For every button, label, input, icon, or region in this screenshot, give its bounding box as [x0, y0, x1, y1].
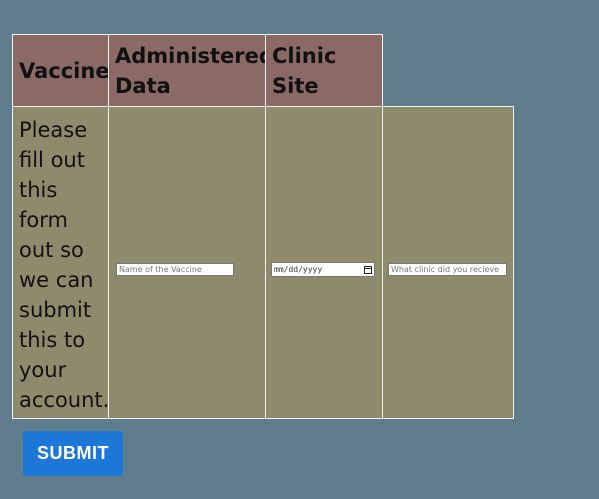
header-clinic-site-label: Clinic Site	[272, 43, 337, 98]
date-placeholder: mm/dd/yyyy	[274, 265, 323, 274]
vaccine-name-placeholder: Name of the Vaccine	[119, 265, 202, 274]
submit-button[interactable]: SUBMIT	[23, 431, 123, 476]
header-vaccine-label: Vaccine	[19, 58, 110, 83]
header-clinic-site: Clinic Site	[265, 34, 383, 107]
clinic-input-cell: What clinic did you recieve	[382, 106, 514, 419]
administered-date-input[interactable]: mm/dd/yyyy	[271, 262, 375, 277]
instruction-cell: Please fill out this form out so we can …	[12, 106, 109, 419]
clinic-site-placeholder: What clinic did you recieve	[391, 265, 500, 274]
date-input-cell: mm/dd/yyyy	[265, 106, 383, 419]
header-administered-data-label: Administered Data	[115, 43, 274, 98]
vaccine-input-cell: Name of the Vaccine	[108, 106, 266, 419]
header-administered-data: Administered Data	[108, 34, 274, 107]
header-vaccine: Vaccine	[12, 34, 110, 107]
clinic-site-input[interactable]: What clinic did you recieve	[388, 263, 507, 276]
vaccine-name-input[interactable]: Name of the Vaccine	[116, 263, 234, 276]
vaccine-form-page: Vaccine Administered Data Clinic Site Pl…	[0, 0, 599, 499]
instruction-text: Please fill out this form out so we can …	[19, 118, 110, 412]
calendar-icon[interactable]	[364, 265, 372, 274]
